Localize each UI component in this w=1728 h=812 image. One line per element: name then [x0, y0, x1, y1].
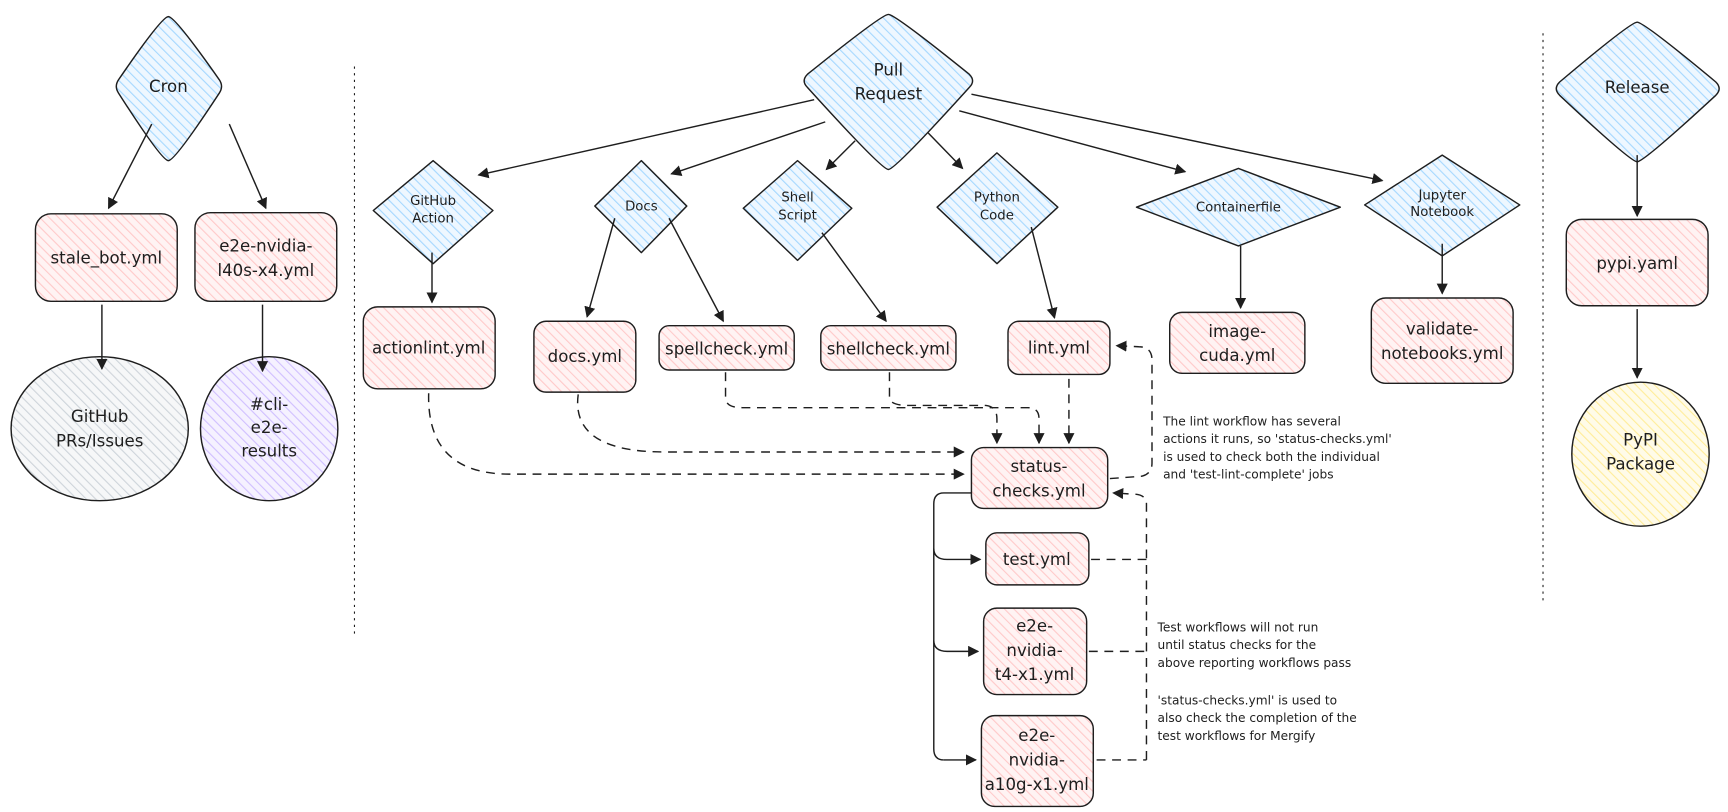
svg-text:JupyterNotebook: Jupyter Notebook [1410, 188, 1474, 220]
trigger-shell-script[interactable]: Shell Script [742, 159, 853, 262]
workflow-diagram: Cron stale_bot.yml e2e-nvidia-l40s-x4.ym… [10, 13, 1720, 808]
output-slack-channel: #cli-e2e-results [199, 355, 339, 502]
note-lint: The lint workflow has several actions it … [1162, 414, 1392, 481]
output-github-prs-issues: GitHub PRs/Issues [10, 355, 190, 502]
dashed-actionlint-status [427, 393, 965, 480]
svg-text:Containerfile: Containerfile [1196, 201, 1281, 216]
trigger-python-code[interactable]: Python Code [936, 152, 1059, 265]
line-status-to-tests [933, 492, 972, 761]
arrow-pr-github-action [477, 99, 815, 179]
arrow-python-lint [1030, 226, 1058, 320]
arrow-docs-docs-yml [584, 218, 616, 318]
svg-text:docs.yml: docs.yml [548, 347, 622, 366]
arrow-shell-shellcheck [821, 232, 887, 323]
svg-text:test.yml: test.yml [1003, 550, 1071, 569]
workflow-e2e-a10g[interactable]: e2e-nvidia-a10g-x1.yml [980, 714, 1095, 808]
arrow-cron-stale-bot [107, 123, 153, 210]
svg-text:pypi.yaml: pypi.yaml [1596, 254, 1678, 273]
arrow-pr-shell-script [825, 140, 856, 171]
arrow-pr-python-code [927, 132, 964, 170]
workflow-test[interactable]: test.yml [985, 532, 1090, 586]
workflow-validate-notebooks[interactable]: validate-notebooks.yml [1370, 297, 1514, 385]
svg-text:actionlint.yml: actionlint.yml [372, 338, 485, 357]
trigger-pull-request[interactable]: Pull Request [803, 13, 974, 171]
note-mergify: 'status-checks.yml' is used to also check… [1158, 694, 1357, 743]
arrow-status-test [933, 548, 982, 565]
arrow-status-e2e-t4 [933, 640, 980, 657]
arrow-pr-jupyter [971, 93, 1384, 184]
trigger-cron[interactable]: Cron [115, 15, 223, 162]
trigger-jupyter-notebook[interactable]: Jupyter Notebook [1363, 154, 1521, 257]
trigger-release[interactable]: Release [1555, 21, 1720, 163]
dashed-tests-to-status [1088, 558, 1147, 761]
workflow-lint[interactable]: lint.yml [1007, 320, 1111, 376]
dashed-tests-status-return [1112, 488, 1148, 760]
workflow-stale-bot-label: stale_bot.yml [51, 249, 163, 269]
svg-text:lint.yml: lint.yml [1028, 338, 1090, 357]
trigger-cron-label: Cron [149, 77, 188, 96]
svg-text:Docs: Docs [625, 199, 658, 214]
trigger-github-action[interactable]: GitHub Action [372, 159, 494, 265]
svg-text:spellcheck.yml: spellcheck.yml [665, 339, 788, 358]
arrow-docs-spellcheck [668, 217, 724, 323]
workflow-e2e-t4[interactable]: e2e-nvidia-t4-x1.yml [982, 607, 1088, 696]
svg-text:Release: Release [1605, 78, 1670, 97]
trigger-containerfile[interactable]: Containerfile [1135, 167, 1342, 247]
workflow-pypi[interactable]: pypi.yaml [1565, 218, 1709, 307]
workflow-actionlint[interactable]: actionlint.yml [362, 306, 496, 390]
arrow-cron-e2e-l40s [228, 123, 267, 210]
workflow-e2e-l40s[interactable]: e2e-nvidia-l40s-x4.yml [194, 211, 338, 303]
svg-text:shellcheck.yml: shellcheck.yml [827, 339, 950, 358]
output-pypi-package: PyPI Package [1571, 381, 1710, 527]
workflow-shellcheck[interactable]: shellcheck.yml [820, 324, 957, 371]
note-tests: Test workflows will not run until status … [1157, 620, 1352, 669]
dashed-status-lint-loop [1109, 340, 1153, 480]
workflow-status-checks[interactable]: status-checks.yml [970, 446, 1109, 510]
workflow-spellcheck[interactable]: spellcheck.yml [658, 324, 795, 371]
workflow-docs[interactable]: docs.yml [533, 320, 637, 393]
workflow-stale-bot[interactable]: stale_bot.yml [34, 213, 178, 303]
workflow-image-cuda[interactable]: image-cuda.yml [1169, 311, 1306, 375]
dashed-docs-status [576, 394, 965, 458]
